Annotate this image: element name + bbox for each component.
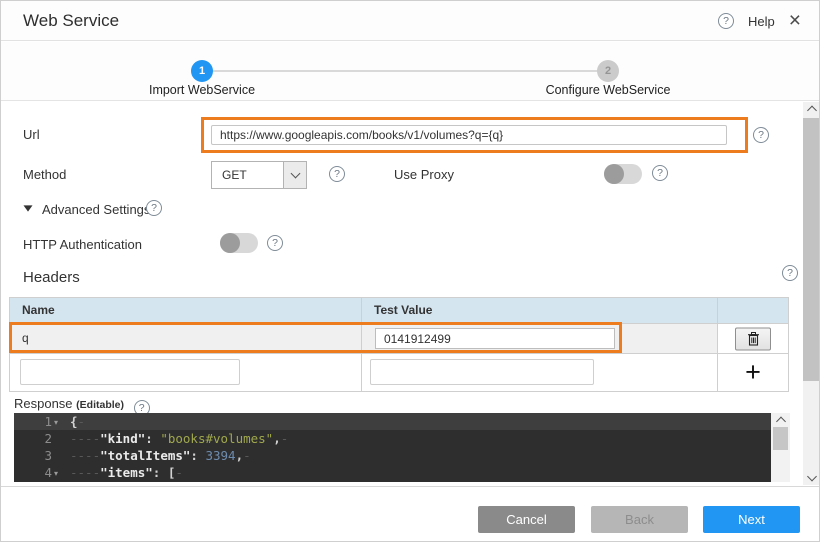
step-2-circle[interactable]: 2: [597, 60, 619, 82]
url-help-icon[interactable]: ?: [753, 127, 769, 143]
title-bar: Web Service ? Help ×: [1, 1, 819, 41]
scrollbar-thumb[interactable]: [803, 118, 820, 381]
fold-icon[interactable]: ▾: [54, 465, 66, 482]
back-button[interactable]: Back: [591, 506, 688, 533]
use-proxy-label: Use Proxy: [394, 167, 454, 182]
toggle-knob: [604, 164, 624, 184]
cancel-button[interactable]: Cancel: [478, 506, 575, 533]
column-header-name: Name: [10, 298, 362, 323]
window-title: Web Service: [23, 1, 119, 41]
add-row-cell: +: [718, 354, 788, 391]
column-header-actions: [718, 298, 788, 323]
footer-bar: Cancel Back Next: [1, 486, 819, 542]
wizard-stepper: 1 2 Import WebService Configure WebServi…: [1, 42, 819, 101]
scroll-up-icon[interactable]: [776, 417, 786, 427]
headers-table: Name Test Value q: [9, 297, 789, 392]
line-number: 3: [14, 447, 52, 464]
use-proxy-toggle[interactable]: [604, 164, 642, 184]
table-new-row: +: [10, 354, 788, 392]
new-name-input[interactable]: [20, 359, 240, 385]
http-auth-help-icon[interactable]: ?: [267, 235, 283, 251]
use-proxy-help-icon[interactable]: ?: [652, 165, 668, 181]
advanced-settings-label[interactable]: Advanced Settings: [42, 202, 150, 217]
new-value-cell: [362, 354, 718, 391]
table-row: q: [10, 324, 788, 354]
toggle-knob: [220, 233, 240, 253]
code-line: 2----"kind": "books#volumes",-: [14, 430, 771, 447]
headers-title: Headers: [23, 269, 80, 286]
url-highlight-box: [201, 117, 748, 153]
advanced-settings-help-icon[interactable]: ?: [146, 200, 162, 216]
editable-label: (Editable): [76, 399, 124, 411]
test-value-input[interactable]: [375, 328, 615, 349]
editor-scrollbar-thumb[interactable]: [773, 427, 788, 450]
code-line: 1▾{-: [14, 413, 771, 430]
scroll-up-icon[interactable]: [807, 106, 817, 116]
title-bar-actions: ? Help ×: [718, 1, 801, 41]
step-1-circle[interactable]: 1: [191, 60, 213, 82]
code-line: 3----"totalItems": 3394,-: [14, 447, 771, 464]
chevron-down-icon: [290, 169, 300, 179]
method-select-arrow[interactable]: [283, 162, 306, 188]
url-label: Url: [23, 127, 40, 142]
response-label: Response: [14, 396, 73, 411]
form-content: Url ? Method GET ? Use Proxy ? Advanced …: [1, 102, 803, 485]
response-code-editor[interactable]: 1▾{- 2----"kind": "books#volumes",- 3---…: [14, 413, 771, 482]
line-number: 2: [14, 430, 52, 447]
line-number: 1: [14, 413, 52, 430]
method-select[interactable]: GET: [211, 161, 307, 189]
help-icon[interactable]: ?: [718, 13, 734, 29]
table-header-row: Name Test Value: [10, 298, 788, 324]
code-line: 4▾----"items": [-: [14, 464, 771, 481]
step-2-label: Configure WebService: [508, 83, 708, 97]
header-name-cell[interactable]: q: [10, 324, 362, 353]
close-icon[interactable]: ×: [789, 13, 801, 29]
method-select-value: GET: [212, 162, 283, 188]
add-row-button[interactable]: +: [718, 354, 788, 391]
new-test-value-input[interactable]: [370, 359, 594, 385]
method-label: Method: [23, 167, 66, 182]
editor-scrollbar[interactable]: [771, 413, 790, 482]
method-help-icon[interactable]: ?: [329, 166, 345, 182]
row-actions-cell: [718, 324, 788, 353]
step-connector: [213, 70, 598, 72]
trash-icon: [747, 331, 760, 346]
vertical-scrollbar[interactable]: [803, 102, 820, 485]
column-header-test-value: Test Value: [362, 298, 718, 323]
collapse-arrow-icon[interactable]: [24, 205, 33, 211]
line-number: 4: [14, 464, 52, 481]
scroll-down-icon[interactable]: [807, 472, 817, 482]
step-1-label: Import WebService: [102, 83, 302, 97]
header-value-cell: [362, 324, 718, 353]
headers-help-icon[interactable]: ?: [782, 265, 798, 281]
web-service-dialog: Web Service ? Help × 1 2 Import WebServi…: [0, 0, 820, 542]
delete-row-button[interactable]: [735, 327, 771, 350]
fold-icon[interactable]: ▾: [54, 414, 66, 431]
next-button[interactable]: Next: [703, 506, 800, 533]
http-auth-label: HTTP Authentication: [23, 237, 142, 252]
url-input[interactable]: [211, 125, 727, 145]
new-name-cell: [10, 354, 362, 391]
help-label[interactable]: Help: [748, 14, 775, 29]
http-auth-toggle[interactable]: [220, 233, 258, 253]
